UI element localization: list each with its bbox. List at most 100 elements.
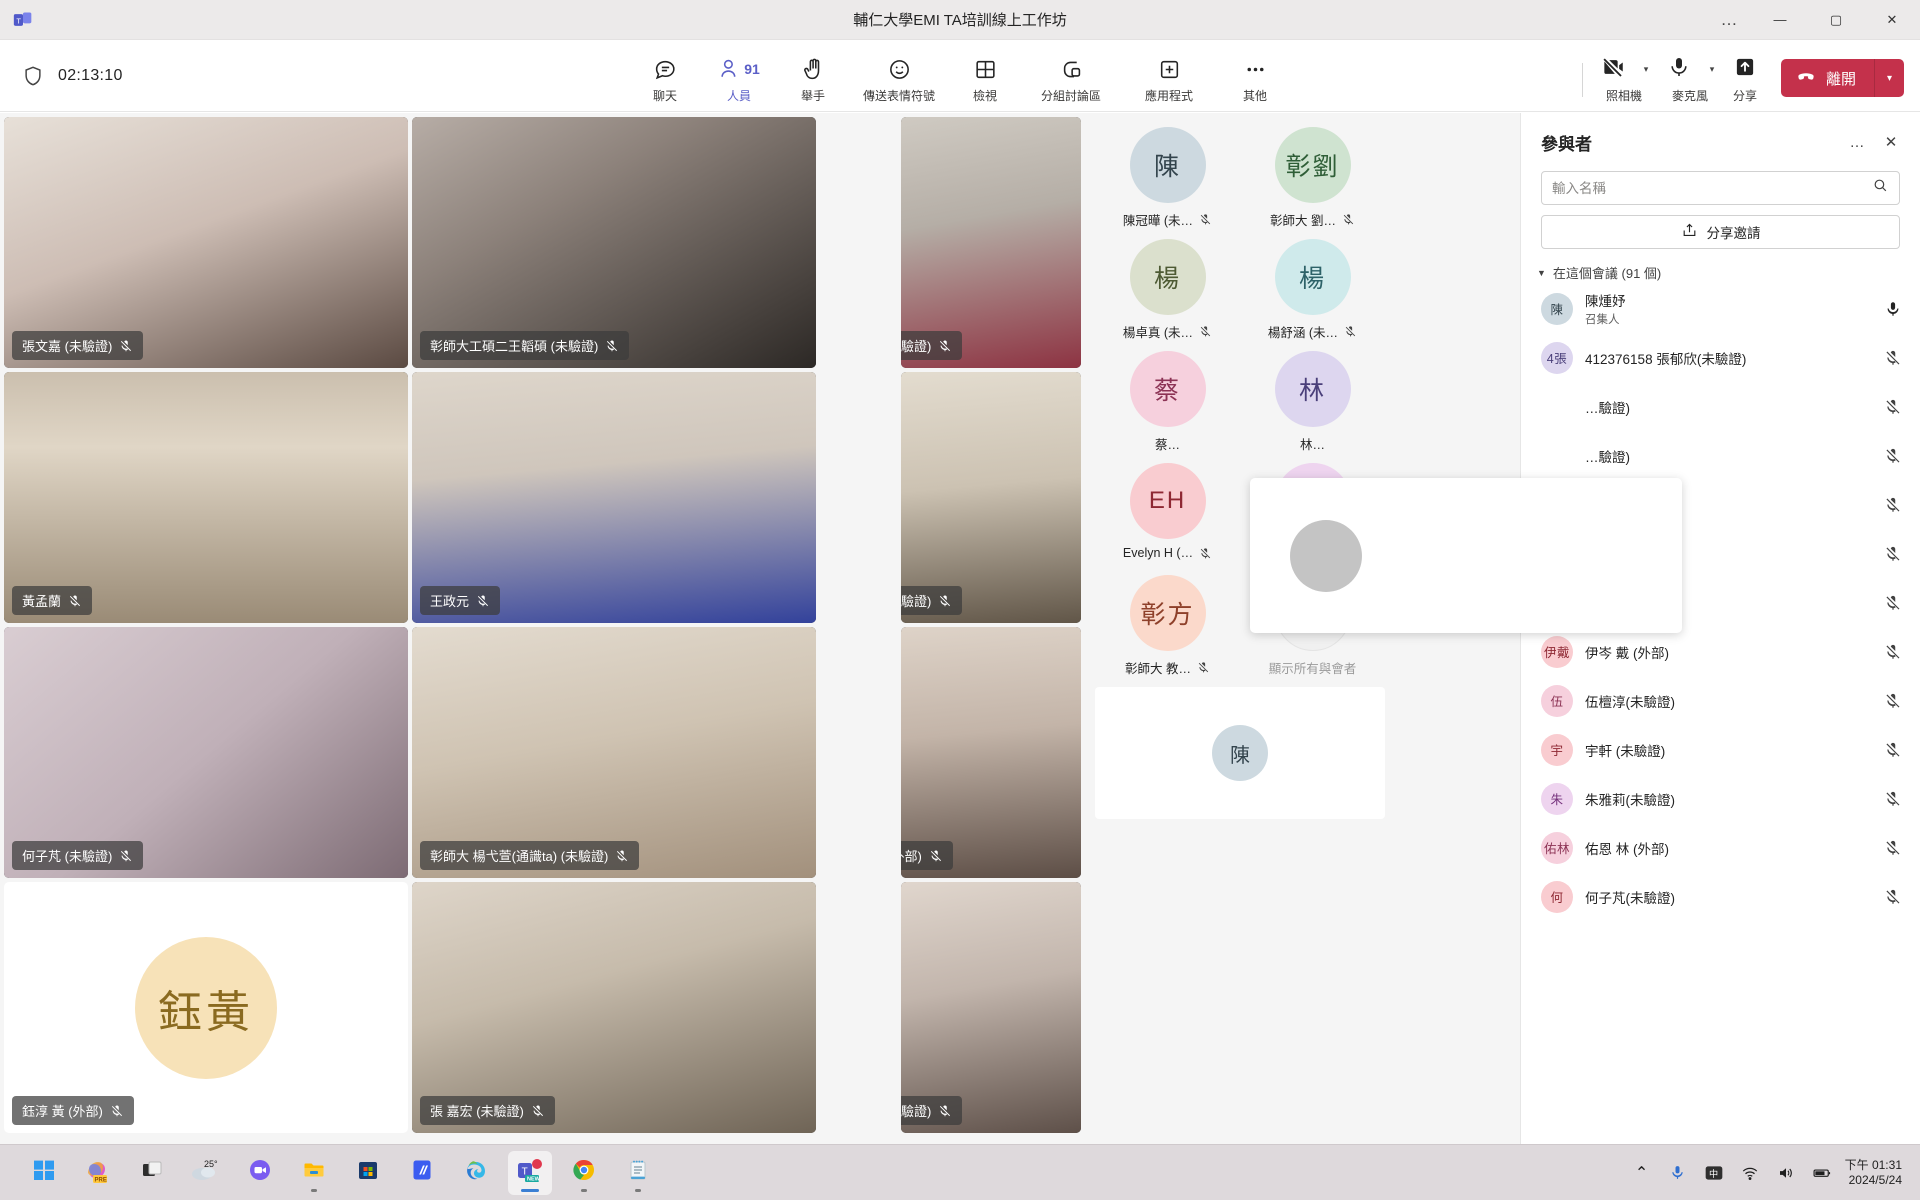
video-tile[interactable]: 施瀞淇 (未驗證) xyxy=(901,882,1081,1133)
toolbar-apps-button[interactable]: 應用程式 xyxy=(1121,51,1217,111)
video-tile[interactable]: 彰師大工碩二王韜碩 (未驗證) xyxy=(412,117,816,368)
video-tile[interactable]: 黃孟蘭 xyxy=(4,372,408,623)
close-button[interactable]: ✕ xyxy=(1864,0,1920,40)
share-invite-button[interactable]: 分享邀請 xyxy=(1541,215,1900,249)
ime-icon[interactable]: 中 xyxy=(1701,1160,1727,1186)
network-icon[interactable] xyxy=(1737,1160,1763,1186)
weather-widget[interactable]: 25° xyxy=(184,1151,228,1195)
leave-meeting-button[interactable]: 離開 xyxy=(1780,59,1874,97)
roster-avatar-cell[interactable]: EH Evelyn H (… xyxy=(1095,463,1240,565)
participant-row[interactable]: 朱 朱雅莉(未驗證) xyxy=(1529,774,1912,823)
mic-off-icon[interactable] xyxy=(1884,349,1902,367)
media-app-button[interactable] xyxy=(400,1151,444,1195)
share-screen-button[interactable] xyxy=(1723,54,1767,84)
running-indicator xyxy=(521,1188,539,1192)
leave-options-chevron-down-icon[interactable]: ▾ xyxy=(1874,59,1904,97)
video-tile[interactable]: 彰師大 楊弋萱(通識ta) (未驗證) xyxy=(412,627,816,878)
mic-off-icon[interactable] xyxy=(1884,790,1902,808)
toolbar-view-button[interactable]: 檢視 xyxy=(949,51,1021,111)
participants-list[interactable]: 陳 陳煄妤 召集人 4張 412376158 張郁欣(未驗證) …驗證) …驗證… xyxy=(1521,284,1920,1144)
tray-chevron-up-icon[interactable]: ⌃ xyxy=(1629,1160,1655,1186)
roster-avatar-cell[interactable]: 林 林… xyxy=(1240,351,1385,453)
participant-row[interactable]: 4張 412376158 張郁欣(未驗證) xyxy=(1529,333,1912,382)
participant-row[interactable]: 何 何子芃(未驗證) xyxy=(1529,872,1912,921)
in-meeting-section-header[interactable]: ▼ 在這個會議 (91 個) xyxy=(1521,263,1920,282)
roster-avatar-cell[interactable]: 陳 陳冠曄 (未… xyxy=(1095,127,1240,229)
mic-off-icon[interactable] xyxy=(1884,447,1902,465)
toolbar-raise-hand-button[interactable]: 舉手 xyxy=(777,51,849,111)
notepad-button[interactable] xyxy=(616,1151,660,1195)
reactions-icon xyxy=(887,56,912,82)
video-tile[interactable]: 何子芃 (未驗證) xyxy=(4,627,408,878)
microphone-options-chevron-down-icon[interactable]: ▾ xyxy=(1701,54,1723,84)
tile-name: 施瀞淇 (未驗證) xyxy=(901,1104,932,1119)
taskbar-clock[interactable]: 下午 01:31 2024/5/24 xyxy=(1845,1158,1902,1188)
roster-avatar-cell[interactable]: 彰方 彰師大 教… xyxy=(1095,575,1240,677)
toolbar-more-button[interactable]: 其他 xyxy=(1219,51,1291,111)
toolbar-people-button[interactable]: 91 人員 xyxy=(703,51,775,111)
share-control: 分享 xyxy=(1723,54,1767,111)
floating-popup-overlay[interactable] xyxy=(1250,478,1682,633)
video-tile[interactable]: 張 嘉宏 (未驗證) xyxy=(412,882,816,1133)
participants-more-button[interactable]: … xyxy=(1842,127,1872,157)
mic-off-icon[interactable] xyxy=(1884,741,1902,759)
volume-icon[interactable] xyxy=(1773,1160,1799,1186)
chrome-button[interactable] xyxy=(562,1151,606,1195)
copilot-button[interactable]: PRE xyxy=(76,1151,120,1195)
participant-row[interactable]: …驗證) xyxy=(1529,431,1912,480)
participant-row[interactable]: …驗證) xyxy=(1529,382,1912,431)
video-tile[interactable]: 祉娟 黃 (外部) xyxy=(901,627,1081,878)
mic-off-icon[interactable] xyxy=(1884,888,1902,906)
roster-initials: 林 xyxy=(1298,377,1326,405)
participant-initials: 伍 xyxy=(1550,695,1564,709)
file-explorer-button[interactable] xyxy=(292,1151,336,1195)
close-icon[interactable]: ✕ xyxy=(1876,127,1906,157)
participant-row[interactable]: 佑林 佑恩 林 (外部) xyxy=(1529,823,1912,872)
camera-options-chevron-down-icon[interactable]: ▾ xyxy=(1635,54,1657,84)
participants-search[interactable] xyxy=(1541,171,1900,205)
mic-off-icon[interactable] xyxy=(1884,594,1902,612)
copilot-icon: PRE xyxy=(84,1156,112,1189)
toolbar-reactions-button[interactable]: 傳送表情符號 xyxy=(851,51,947,111)
roster-avatar-cell[interactable]: 楊 楊卓真 (未… xyxy=(1095,239,1240,341)
roster-avatar-cell[interactable]: 蔡 蔡… xyxy=(1095,351,1240,453)
minimize-button[interactable]: — xyxy=(1752,0,1808,40)
task-view-button[interactable] xyxy=(130,1151,174,1195)
roster-extra-tile[interactable]: 陳 xyxy=(1095,687,1385,819)
mic-on-icon[interactable] xyxy=(1884,300,1902,318)
mic-off-icon[interactable] xyxy=(1884,692,1902,710)
mic-off-icon[interactable] xyxy=(1884,643,1902,661)
titlebar-more-button[interactable]: … xyxy=(1706,10,1752,30)
toolbar-apps-label: 應用程式 xyxy=(1144,89,1193,103)
microphone-icon[interactable] xyxy=(1665,1160,1691,1186)
mic-off-icon xyxy=(938,339,952,353)
video-tile[interactable]: 林恩祺 (未驗證) xyxy=(901,117,1081,368)
edge-button[interactable] xyxy=(454,1151,498,1195)
battery-icon[interactable] xyxy=(1809,1160,1835,1186)
maximize-button[interactable]: ▢ xyxy=(1808,0,1864,40)
toolbar-breakout-rooms-button[interactable]: 分組討論區 xyxy=(1023,51,1119,111)
participant-row[interactable]: 陳 陳煄妤 召集人 xyxy=(1529,284,1912,333)
participant-row[interactable]: 宇 宇軒 (未驗證) xyxy=(1529,725,1912,774)
roster-avatar-cell[interactable]: 楊 楊舒涵 (未… xyxy=(1240,239,1385,341)
search-input[interactable] xyxy=(1552,180,1872,196)
microphone-toggle-button[interactable] xyxy=(1657,54,1701,84)
participant-initials: 朱 xyxy=(1550,793,1564,807)
mic-off-icon[interactable] xyxy=(1884,496,1902,514)
mic-off-icon[interactable] xyxy=(1884,545,1902,563)
zoom-button[interactable] xyxy=(238,1151,282,1195)
video-tile[interactable]: 王政元 xyxy=(412,372,816,623)
toolbar-chat-button[interactable]: 聊天 xyxy=(629,51,701,111)
mic-off-icon[interactable] xyxy=(1884,839,1902,857)
camera-toggle-button[interactable] xyxy=(1591,54,1635,84)
roster-avatar-cell[interactable]: 彰劉 彰師大 劉… xyxy=(1240,127,1385,229)
microsoft-store-button[interactable] xyxy=(346,1151,390,1195)
avatar-video-tile[interactable]: 鈺黃 鈺淳 黃 (外部) xyxy=(4,882,408,1133)
video-tile[interactable]: 林柏宏 (未驗證) xyxy=(901,372,1081,623)
video-tile[interactable]: 張文嘉 (未驗證) xyxy=(4,117,408,368)
participant-row[interactable]: 伊戴 伊岑 戴 (外部) xyxy=(1529,627,1912,676)
start-button[interactable] xyxy=(22,1151,66,1195)
mic-off-icon[interactable] xyxy=(1884,398,1902,416)
participant-row[interactable]: 伍 伍檀淳(未驗證) xyxy=(1529,676,1912,725)
teams-button[interactable]: T NEW xyxy=(508,1150,552,1195)
